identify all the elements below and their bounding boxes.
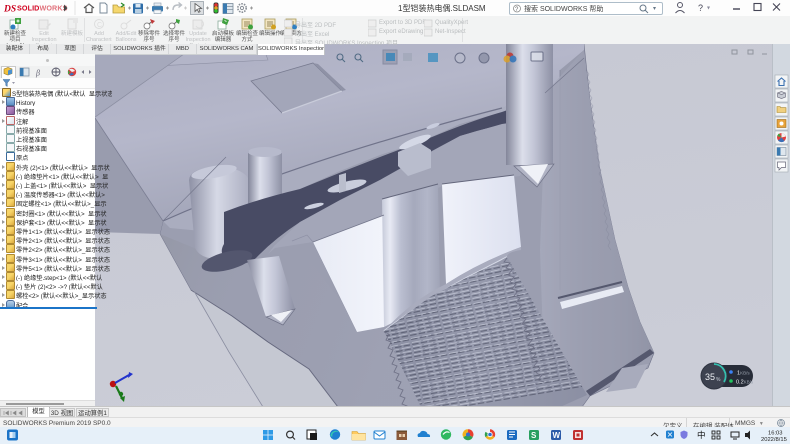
svg-text:16:03: 16:03 xyxy=(768,431,783,437)
svg-text:2022/8/15: 2022/8/15 xyxy=(761,437,787,443)
svg-text:C: C xyxy=(97,22,102,29)
svg-text:DS: DS xyxy=(3,5,16,15)
svg-text:?: ? xyxy=(698,3,703,13)
svg-text:%: % xyxy=(716,377,721,383)
svg-text:搜索 SOLIDWORKS 帮助: 搜索 SOLIDWORKS 帮助 xyxy=(524,4,603,13)
svg-text:SOLIDWORKS: SOLIDWORKS xyxy=(17,4,68,13)
svg-text:35: 35 xyxy=(705,372,715,382)
svg-text:β: β xyxy=(35,69,40,78)
svg-text:W: W xyxy=(553,431,561,440)
svg-text:S: S xyxy=(531,431,537,440)
svg-text:中: 中 xyxy=(697,430,706,440)
